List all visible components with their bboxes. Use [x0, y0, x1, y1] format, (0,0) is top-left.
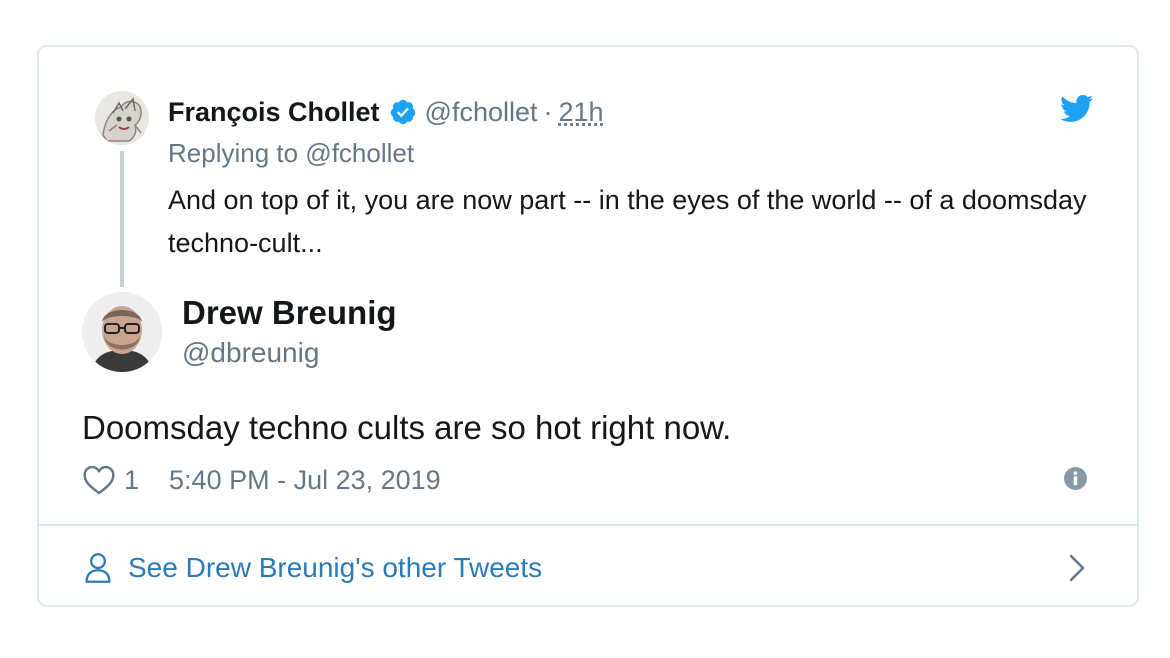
- tweet-meta-row: 1 5:40 PM - Jul 23, 2019: [82, 463, 441, 497]
- see-other-tweets-label[interactable]: See Drew Breunig's other Tweets: [128, 552, 542, 584]
- twitter-bird-icon[interactable]: [1060, 95, 1094, 123]
- embedded-tweet-card: François Chollet @fchollet · 21h Replyin…: [37, 45, 1139, 607]
- see-other-tweets-link[interactable]: See Drew Breunig's other Tweets: [84, 550, 542, 586]
- like-count[interactable]: 1: [124, 465, 139, 496]
- parent-tweet-header: François Chollet @fchollet · 21h: [168, 95, 604, 129]
- chevron-right-icon[interactable]: [1067, 553, 1087, 583]
- header-separator: ·: [543, 96, 553, 127]
- heart-icon[interactable]: [82, 465, 116, 495]
- parent-author-handle[interactable]: @fchollet: [425, 97, 538, 128]
- parent-author-avatar[interactable]: [95, 91, 149, 145]
- thread-connector-line: [120, 151, 124, 287]
- verified-badge-icon: [390, 99, 415, 125]
- parent-tweet-text: And on top of it, you are now part -- in…: [168, 185, 1087, 258]
- main-tweet-text: Doomsday techno cults are so hot right n…: [82, 409, 732, 446]
- info-icon[interactable]: [1063, 466, 1088, 491]
- parent-author-name[interactable]: François Chollet: [168, 97, 380, 128]
- replying-to-label[interactable]: Replying to @fchollet: [168, 138, 414, 169]
- person-icon: [85, 553, 111, 583]
- main-author-handle[interactable]: @dbreunig: [182, 337, 319, 369]
- footer-divider: [39, 524, 1137, 526]
- parent-tweet-time[interactable]: 21h: [559, 97, 604, 128]
- main-author-avatar[interactable]: [82, 292, 162, 372]
- main-author-name[interactable]: Drew Breunig: [182, 294, 397, 332]
- tweet-timestamp[interactable]: 5:40 PM - Jul 23, 2019: [169, 465, 441, 496]
